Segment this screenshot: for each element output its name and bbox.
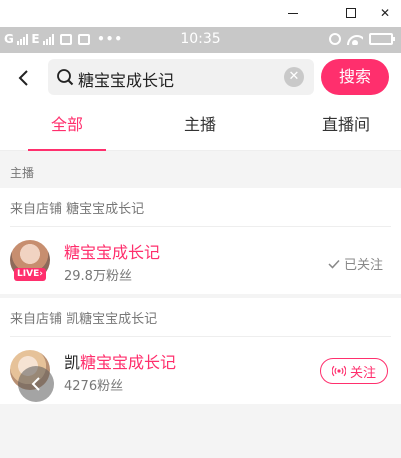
follow-button[interactable]: 关注 <box>320 358 388 384</box>
divider <box>10 336 391 337</box>
live-badge[interactable]: LIVE› <box>14 268 46 281</box>
fans-count: 4276粉丝 <box>64 379 124 394</box>
search-header: 糖宝宝成长记 ✕ 搜索 <box>0 53 401 103</box>
anchor-name[interactable]: 糖宝宝成长记 <box>64 239 160 263</box>
followed-button[interactable]: 已关注 <box>328 254 383 273</box>
maximize-icon[interactable] <box>341 4 361 22</box>
broadcast-icon <box>331 365 346 377</box>
search-button[interactable]: 搜索 <box>321 59 389 95</box>
back-button[interactable] <box>12 65 36 91</box>
name-prefix: 凯 <box>64 353 81 372</box>
name-highlight: 糖宝宝成长记 <box>64 243 161 262</box>
alarm-icon <box>329 33 341 45</box>
follow-label: 关注 <box>349 365 376 381</box>
close-icon[interactable]: ✕ <box>375 4 395 22</box>
tab-live-room[interactable]: 直播间 <box>296 103 396 151</box>
tab-anchor[interactable]: 主播 <box>160 103 240 151</box>
status-right <box>329 33 395 45</box>
minimize-icon[interactable] <box>283 4 303 22</box>
status-bar: G E ••• 10:35 <box>0 27 401 53</box>
section-heading: 主播 <box>10 166 35 180</box>
floating-back-button[interactable] <box>18 366 54 402</box>
fans-count: 29.8万粉丝 <box>64 269 132 284</box>
chevron-left-icon <box>31 377 40 391</box>
window-titlebar: ✕ <box>0 0 401 27</box>
clear-search-icon[interactable]: ✕ <box>284 67 304 87</box>
wifi-icon <box>347 33 363 45</box>
shop-source: 来自店铺 糖宝宝成长记 <box>10 202 145 217</box>
result-card[interactable]: 来自店铺 糖宝宝成长记 LIVE› 糖宝宝成长记 29.8万粉丝 已关注 <box>0 188 401 294</box>
check-icon <box>328 259 340 269</box>
search-query: 糖宝宝成长记 <box>78 71 175 90</box>
name-highlight: 糖宝宝成长记 <box>80 353 177 372</box>
followed-label: 已关注 <box>343 258 383 273</box>
search-icon <box>57 69 74 86</box>
shop-source: 来自店铺 凯糖宝宝成长记 <box>10 312 158 327</box>
divider <box>10 226 391 227</box>
search-input[interactable]: 糖宝宝成长记 ✕ <box>48 59 314 95</box>
result-tabs: 全部 主播 直播间 <box>0 103 401 151</box>
result-card[interactable]: 来自店铺 凯糖宝宝成长记 凯糖宝宝成长记 4276粉丝 关注 <box>0 298 401 404</box>
battery-icon <box>369 33 395 45</box>
tab-all[interactable]: 全部 <box>24 103 110 151</box>
chevron-left-icon <box>18 70 28 86</box>
anchor-name[interactable]: 凯糖宝宝成长记 <box>64 349 176 373</box>
